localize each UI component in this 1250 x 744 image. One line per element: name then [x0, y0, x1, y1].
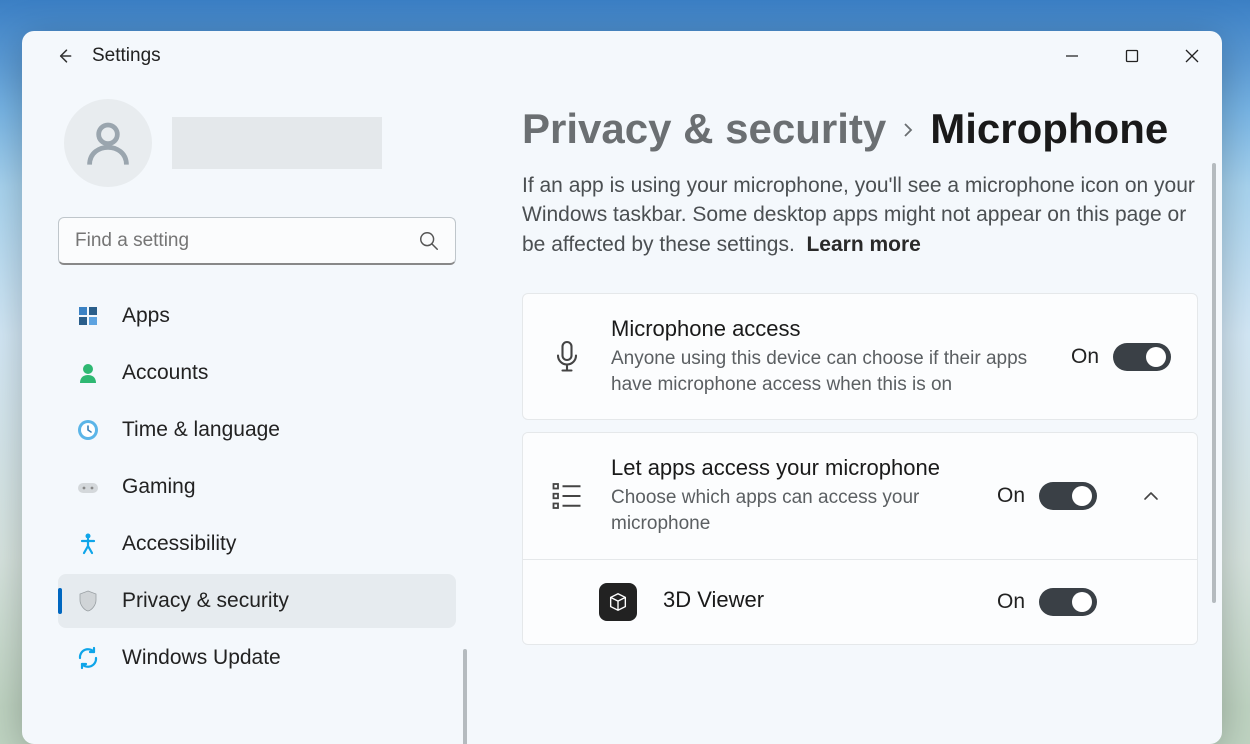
microphone-icon — [549, 339, 585, 375]
minimize-button[interactable] — [1042, 34, 1102, 78]
close-button[interactable] — [1162, 34, 1222, 78]
app-name: 3D Viewer — [663, 587, 971, 613]
setting-sub: Anyone using this device can choose if t… — [611, 346, 1045, 397]
accessibility-icon — [76, 532, 100, 556]
nav-label: Time & language — [122, 418, 280, 442]
expand-button[interactable] — [1131, 476, 1171, 516]
sidebar-item-update[interactable]: Windows Update — [58, 631, 456, 685]
accounts-icon — [76, 361, 100, 385]
arrow-left-icon — [54, 46, 74, 66]
sidebar-item-accessibility[interactable]: Accessibility — [58, 517, 456, 571]
maximize-button[interactable] — [1102, 34, 1162, 78]
sidebar-item-gaming[interactable]: Gaming — [58, 460, 456, 514]
learn-more-link[interactable]: Learn more — [806, 233, 920, 256]
microphone-access-toggle[interactable] — [1113, 343, 1171, 371]
sidebar-item-privacy[interactable]: Privacy & security — [58, 574, 456, 628]
nav-label: Apps — [122, 304, 170, 328]
toggle-state: On — [997, 590, 1025, 614]
main-content: Privacy & security Microphone If an app … — [482, 81, 1222, 744]
settings-list: Microphone access Anyone using this devi… — [522, 293, 1198, 645]
chevron-right-icon — [900, 114, 916, 145]
shield-icon — [76, 589, 100, 613]
sidebar-item-accounts[interactable]: Accounts — [58, 346, 456, 400]
page-description: If an app is using your microphone, you'… — [522, 171, 1198, 259]
main-scrollbar[interactable] — [1212, 163, 1216, 603]
sidebar-scrollbar[interactable] — [463, 649, 467, 744]
nav-label: Gaming — [122, 475, 196, 499]
toggle-state: On — [997, 484, 1025, 508]
sidebar-item-apps[interactable]: Apps — [58, 289, 456, 343]
let-apps-toggle[interactable] — [1039, 482, 1097, 510]
app-title: Settings — [92, 45, 161, 67]
nav-label: Privacy & security — [122, 589, 289, 613]
app-3d-toggle[interactable] — [1039, 588, 1097, 616]
person-icon — [82, 117, 134, 169]
setting-title: Let apps access your microphone — [611, 455, 971, 481]
chevron-up-icon — [1142, 487, 1160, 505]
search-input-wrapper — [58, 217, 456, 265]
let-apps-access-setting: Let apps access your microphone Choose w… — [523, 433, 1197, 559]
sidebar: Apps Accounts Time & language Gaming Acc… — [22, 81, 482, 744]
user-profile[interactable] — [64, 99, 470, 187]
window-controls — [1042, 34, 1222, 78]
back-button[interactable] — [42, 34, 86, 78]
nav-label: Accounts — [122, 361, 208, 385]
sidebar-item-time[interactable]: Time & language — [58, 403, 456, 457]
maximize-icon — [1125, 49, 1139, 63]
avatar — [64, 99, 152, 187]
minimize-icon — [1065, 49, 1079, 63]
toggle-state: On — [1071, 345, 1099, 369]
title-bar: Settings — [22, 31, 1222, 81]
search-input[interactable] — [58, 217, 456, 265]
settings-window: Settings — [22, 31, 1222, 744]
list-icon — [549, 478, 585, 514]
breadcrumb-parent[interactable]: Privacy & security — [522, 105, 886, 153]
setting-sub: Choose which apps can access your microp… — [611, 485, 971, 536]
apps-icon — [76, 304, 100, 328]
nav-label: Windows Update — [122, 646, 281, 670]
update-icon — [76, 646, 100, 670]
app-icon-3d-viewer — [599, 583, 637, 621]
time-icon — [76, 418, 100, 442]
close-icon — [1185, 49, 1199, 63]
gaming-icon — [76, 475, 100, 499]
microphone-access-setting: Microphone access Anyone using this devi… — [522, 293, 1198, 420]
nav-label: Accessibility — [122, 532, 236, 556]
app-3d-viewer: 3D Viewer On — [523, 560, 1197, 644]
username — [172, 117, 382, 169]
breadcrumb: Privacy & security Microphone — [522, 105, 1198, 153]
setting-title: Microphone access — [611, 316, 1045, 342]
nav-list: Apps Accounts Time & language Gaming Acc… — [58, 289, 470, 685]
search-icon — [418, 230, 440, 252]
apps-access-group: Let apps access your microphone Choose w… — [522, 432, 1198, 644]
page-title: Microphone — [930, 105, 1168, 153]
